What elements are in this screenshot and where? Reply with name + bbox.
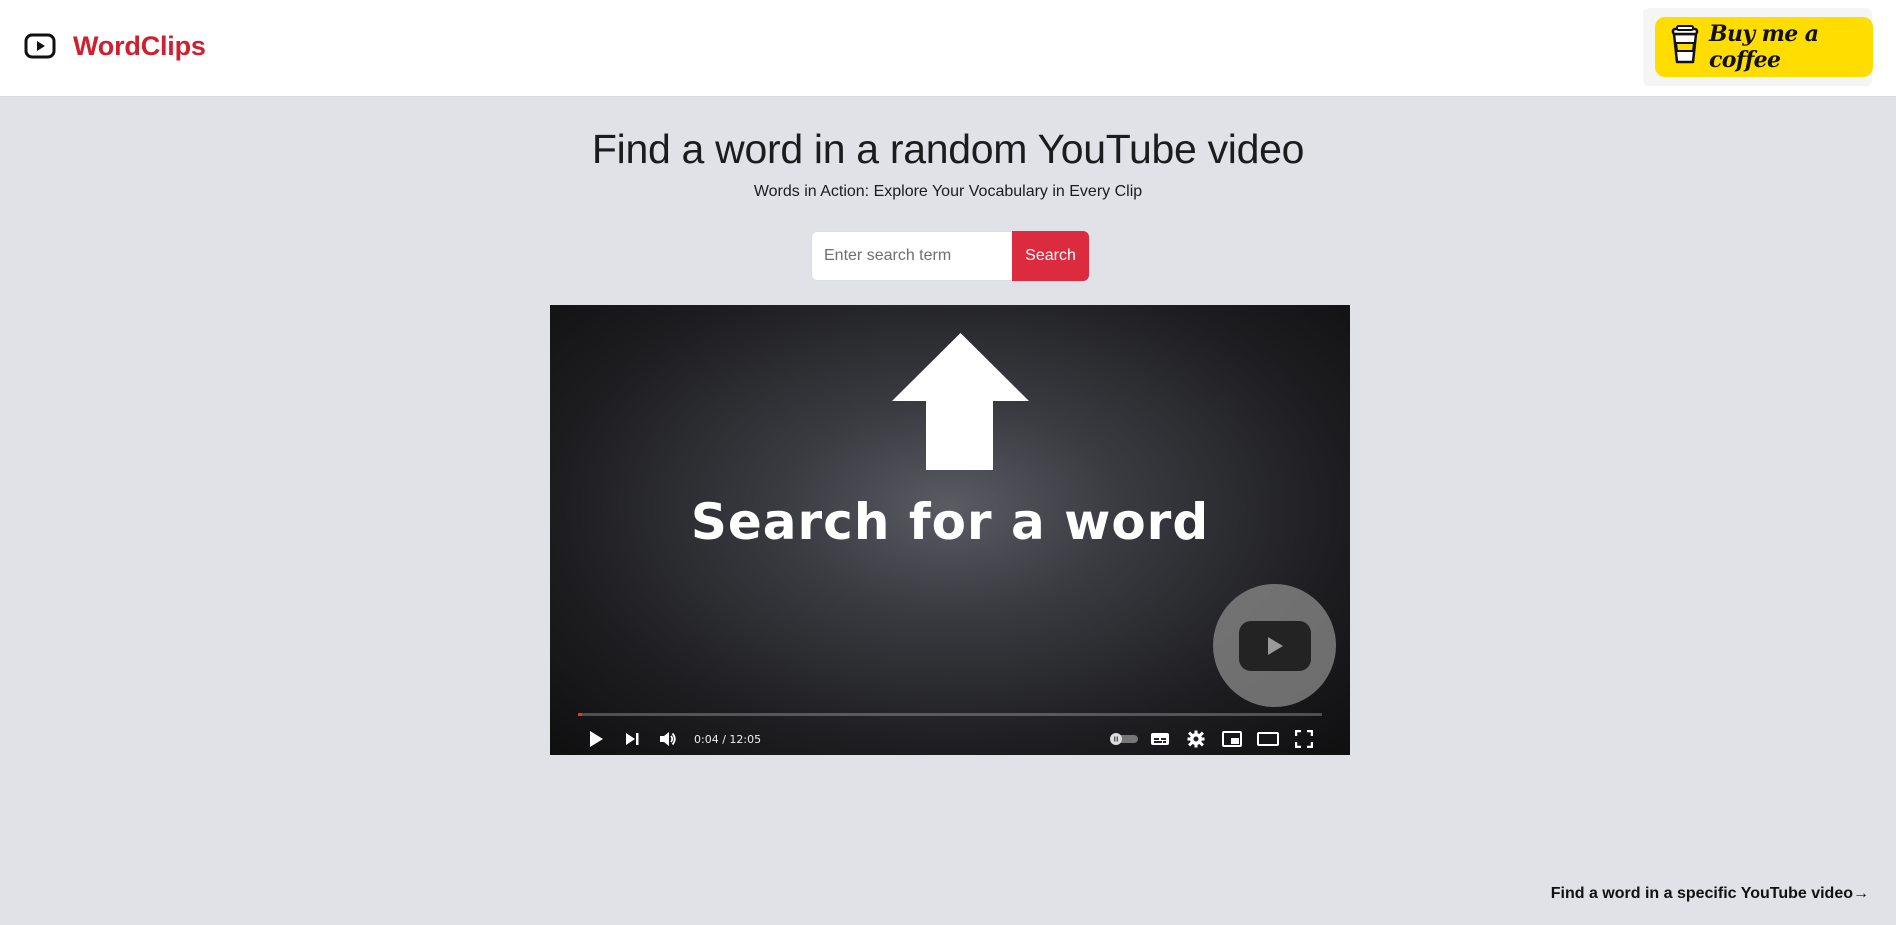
theater-icon[interactable] — [1250, 725, 1286, 753]
video-player[interactable]: Search for a word 0:04 / 12:05 — [550, 305, 1350, 755]
specific-video-link[interactable]: Find a word in a specific YouTube video→ — [1551, 885, 1869, 903]
time-display: 0:04 / 12:05 — [694, 732, 762, 746]
subtitles-icon[interactable] — [1142, 725, 1178, 753]
volume-icon[interactable] — [650, 725, 686, 753]
miniplayer-icon[interactable] — [1214, 725, 1250, 753]
search-input[interactable] — [811, 231, 1012, 281]
search-form: Search — [811, 231, 1089, 281]
coffee-label: Buy me a coffee — [1709, 21, 1819, 73]
page-subtitle: Words in Action: Explore Your Vocabulary… — [753, 183, 1143, 200]
search-button[interactable]: Search — [1012, 231, 1089, 281]
play-icon — [1238, 620, 1311, 671]
progress-bar[interactable] — [578, 713, 1322, 716]
fullscreen-icon[interactable] — [1286, 725, 1322, 753]
coffee-widget: Buy me a coffee — [1643, 8, 1873, 86]
youtube-play-button[interactable] — [1213, 584, 1336, 707]
progress-fill — [578, 713, 583, 716]
up-arrow-icon — [892, 333, 1029, 470]
next-icon[interactable] — [614, 725, 650, 753]
page-title: Find a word in a random YouTube video — [591, 126, 1305, 172]
play-icon[interactable] — [578, 725, 614, 753]
youtube-play-icon — [23, 29, 57, 63]
brand-name: WordClips — [73, 30, 206, 61]
brand-link[interactable]: WordClips — [23, 29, 206, 63]
coffee-cup-icon — [1671, 24, 1699, 70]
top-bar: WordClips Buy me a coffee — [0, 0, 1896, 97]
buy-me-a-coffee-button[interactable]: Buy me a coffee — [1655, 17, 1873, 77]
player-controls: 0:04 / 12:05 — [578, 725, 1322, 753]
settings-icon[interactable] — [1178, 725, 1214, 753]
autoplay-toggle[interactable] — [1106, 725, 1142, 753]
video-caption: Search for a word — [690, 493, 1210, 551]
